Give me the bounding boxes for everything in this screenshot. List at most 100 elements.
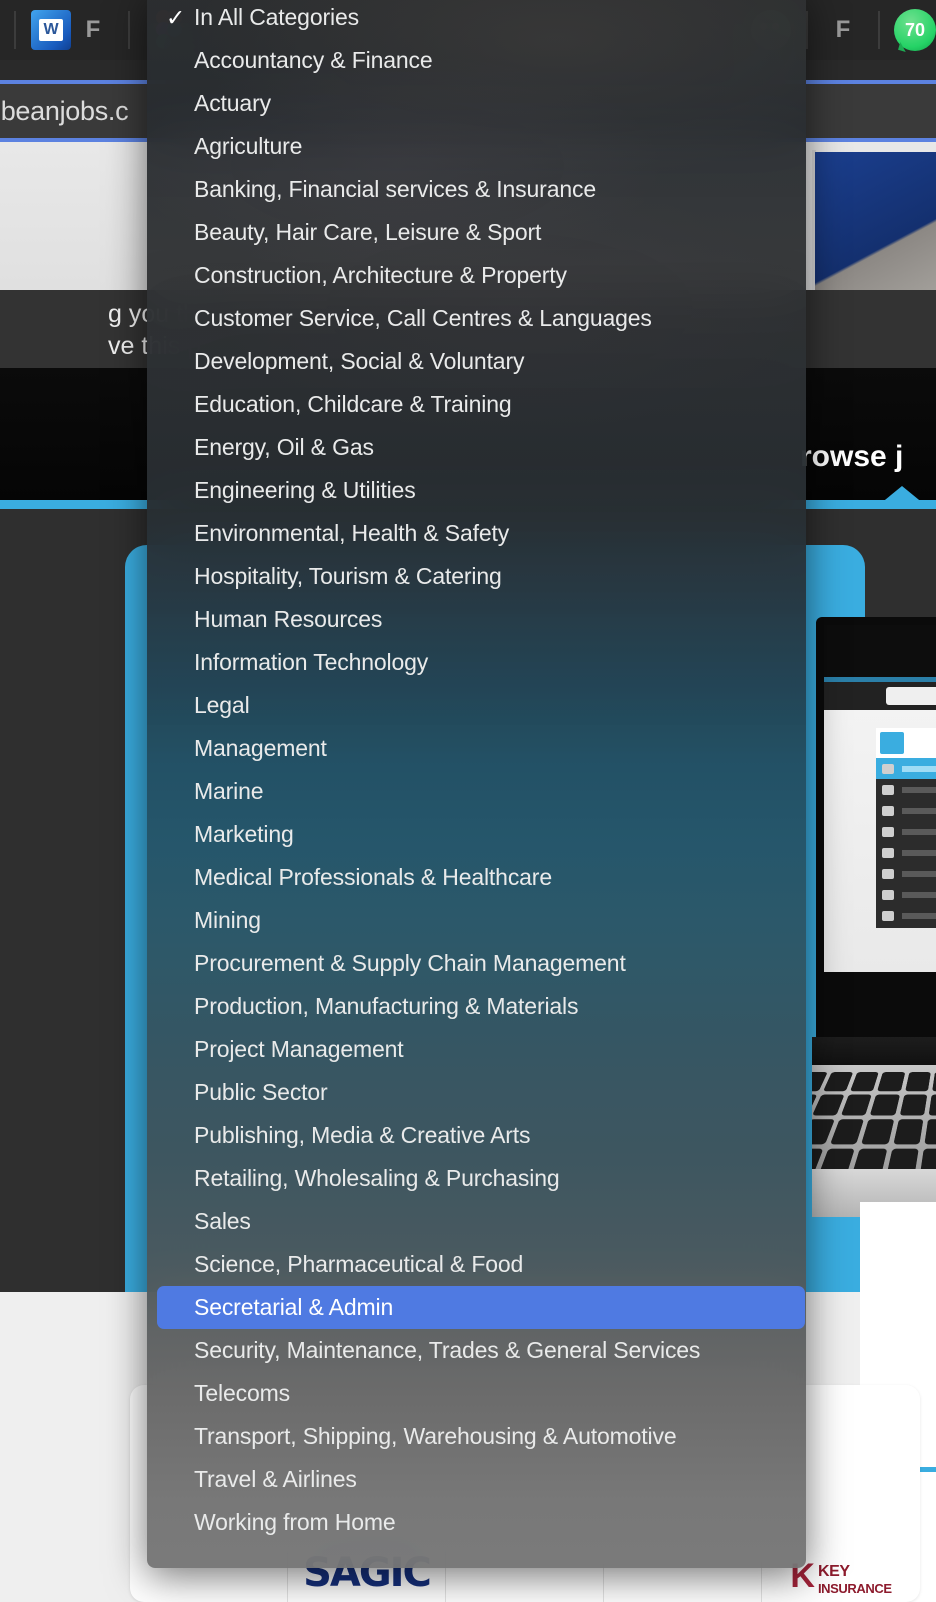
menu-item-development-social-voluntary[interactable]: Development, Social & Voluntary bbox=[147, 340, 806, 383]
menu-item-sales[interactable]: Sales bbox=[147, 1200, 806, 1243]
menu-item-public-sector[interactable]: Public Sector bbox=[147, 1071, 806, 1114]
laptop-lid: CARIBB F I N D bbox=[816, 617, 936, 1037]
menu-item-legal[interactable]: Legal bbox=[147, 684, 806, 727]
list-item bbox=[876, 884, 936, 905]
menu-item-label: Procurement & Supply Chain Management bbox=[194, 950, 626, 976]
menu-item-marketing[interactable]: Marketing bbox=[147, 813, 806, 856]
blue-arrow-marker bbox=[880, 486, 924, 504]
menu-item-information-technology[interactable]: Information Technology bbox=[147, 641, 806, 684]
menu-item-label: Sales bbox=[194, 1208, 251, 1234]
menu-item-secretarial-admin[interactable]: Secretarial & Admin bbox=[157, 1286, 805, 1329]
menu-item-label: Banking, Financial services & Insurance bbox=[194, 176, 596, 202]
list-item bbox=[876, 800, 936, 821]
key-insurance-line-2: INSURANCE bbox=[817, 1581, 892, 1596]
menu-item-label: Transport, Shipping, Warehousing & Autom… bbox=[194, 1423, 677, 1449]
menu-item-label: Marketing bbox=[194, 821, 294, 847]
menu-item-label: Mining bbox=[194, 907, 261, 933]
menu-item-customer-service-call-centres-languages[interactable]: Customer Service, Call Centres & Languag… bbox=[147, 297, 806, 340]
menu-item-marine[interactable]: Marine bbox=[147, 770, 806, 813]
menu-item-label: Beauty, Hair Care, Leisure & Sport bbox=[194, 219, 542, 245]
dock-divider-4 bbox=[878, 11, 880, 49]
list-item bbox=[876, 779, 936, 800]
laptop-side-panel bbox=[876, 728, 936, 928]
dock-divider bbox=[14, 11, 16, 49]
menu-item-working-from-home[interactable]: Working from Home bbox=[147, 1501, 806, 1544]
laptop-mockup: CARIBB F I N D bbox=[812, 569, 936, 1269]
menu-item-hospitality-tourism-catering[interactable]: Hospitality, Tourism & Catering bbox=[147, 555, 806, 598]
list-item bbox=[876, 821, 936, 842]
url-text: bbeanjobs.c bbox=[0, 95, 129, 126]
menu-item-label: Security, Maintenance, Trades & General … bbox=[194, 1337, 701, 1363]
menu-item-label: Public Sector bbox=[194, 1079, 328, 1105]
menu-item-publishing-media-creative-arts[interactable]: Publishing, Media & Creative Arts bbox=[147, 1114, 806, 1157]
menu-item-project-management[interactable]: Project Management bbox=[147, 1028, 806, 1071]
menu-item-human-resources[interactable]: Human Resources bbox=[147, 598, 806, 641]
menu-item-label: Information Technology bbox=[194, 649, 429, 675]
list-item bbox=[876, 905, 936, 926]
key-insurance-line-1: KEY bbox=[817, 1563, 850, 1580]
menu-item-label: Education, Childcare & Training bbox=[194, 391, 512, 417]
menu-item-production-manufacturing-materials[interactable]: Production, Manufacturing & Materials bbox=[147, 985, 806, 1028]
menu-item-label: Energy, Oil & Gas bbox=[194, 434, 374, 460]
menu-item-label: Customer Service, Call Centres & Languag… bbox=[194, 305, 652, 331]
key-insurance-logo: KEY INSURANCE bbox=[818, 1563, 892, 1596]
menu-item-mining[interactable]: Mining bbox=[147, 899, 806, 942]
category-dropdown-menu[interactable]: ✓ In All Categories Accountancy & Finance A… bbox=[147, 0, 806, 1568]
menu-item-label: Science, Pharmaceutical & Food bbox=[194, 1251, 524, 1277]
dock-divider-2 bbox=[128, 11, 130, 49]
menu-item-label: Accountancy & Finance bbox=[194, 47, 433, 73]
menu-item-retailing-wholesaling-purchasing[interactable]: Retailing, Wholesaling & Purchasing bbox=[147, 1157, 806, 1200]
laptop-search-row bbox=[824, 682, 936, 710]
finder-icon-2[interactable]: F bbox=[822, 9, 864, 51]
right-white-gap bbox=[860, 1202, 936, 1297]
laptop-search-box bbox=[886, 687, 936, 705]
menu-item-education-childcare-training[interactable]: Education, Childcare & Training bbox=[147, 383, 806, 426]
menu-item-label: Human Resources bbox=[194, 606, 383, 632]
menu-item-label: Hospitality, Tourism & Catering bbox=[194, 563, 502, 589]
menu-item-procurement-supply-chain-management[interactable]: Procurement & Supply Chain Management bbox=[147, 942, 806, 985]
menu-item-accountancy-finance[interactable]: Accountancy & Finance bbox=[147, 39, 806, 82]
menu-item-banking-financial-services-insurance[interactable]: Banking, Financial services & Insurance bbox=[147, 168, 806, 211]
menu-item-label: In All Categories bbox=[194, 4, 359, 30]
menu-item-environmental-health-safety[interactable]: Environmental, Health & Safety bbox=[147, 512, 806, 555]
finder-icon-2-glyph: F bbox=[835, 16, 851, 43]
menu-item-label: Legal bbox=[194, 692, 250, 718]
finder-icon-glyph: F bbox=[85, 16, 101, 43]
menu-item-label: Project Management bbox=[194, 1036, 404, 1062]
menu-item-label: Working from Home bbox=[194, 1509, 396, 1535]
browse-jobs-cta[interactable]: rowse j bbox=[800, 440, 903, 474]
word-icon[interactable]: W bbox=[30, 9, 72, 51]
list-item bbox=[876, 863, 936, 884]
menu-item-label: Construction, Architecture & Property bbox=[194, 262, 567, 288]
menu-item-science-pharmaceutical-food[interactable]: Science, Pharmaceutical & Food bbox=[147, 1243, 806, 1286]
menu-item-security-maintenance-trades-general-services[interactable]: Security, Maintenance, Trades & General … bbox=[147, 1329, 806, 1372]
menu-item-travel-airlines[interactable]: Travel & Airlines bbox=[147, 1458, 806, 1501]
laptop-brand-bar: CARIBB F I N D bbox=[824, 625, 936, 677]
menu-item-label: Publishing, Media & Creative Arts bbox=[194, 1122, 531, 1148]
menu-item-in-all-categories[interactable]: ✓ In All Categories bbox=[147, 0, 806, 39]
menu-item-label: Medical Professionals & Healthcare bbox=[194, 864, 552, 890]
menu-item-management[interactable]: Management bbox=[147, 727, 806, 770]
laptop-panel-header bbox=[876, 728, 936, 758]
menu-item-construction-architecture-property[interactable]: Construction, Architecture & Property bbox=[147, 254, 806, 297]
finder-icon[interactable]: F bbox=[72, 9, 114, 51]
menu-item-label: Retailing, Wholesaling & Purchasing bbox=[194, 1165, 560, 1191]
whatsapp-badge-count: 70 bbox=[904, 19, 926, 40]
menu-item-label: Secretarial & Admin bbox=[194, 1294, 394, 1320]
list-item bbox=[876, 758, 936, 779]
menu-item-label: Actuary bbox=[194, 90, 271, 116]
menu-item-medical-professionals-healthcare[interactable]: Medical Professionals & Healthcare bbox=[147, 856, 806, 899]
menu-item-transport-shipping-warehousing-automotive[interactable]: Transport, Shipping, Warehousing & Autom… bbox=[147, 1415, 806, 1458]
list-item bbox=[876, 842, 936, 863]
menu-item-label: Travel & Airlines bbox=[194, 1466, 357, 1492]
menu-item-agriculture[interactable]: Agriculture bbox=[147, 125, 806, 168]
whatsapp-icon[interactable]: 70 bbox=[894, 9, 936, 51]
menu-item-telecoms[interactable]: Telecoms bbox=[147, 1372, 806, 1415]
menu-item-engineering-utilities[interactable]: Engineering & Utilities bbox=[147, 469, 806, 512]
menu-item-actuary[interactable]: Actuary bbox=[147, 82, 806, 125]
avatar bbox=[880, 732, 904, 754]
menu-item-energy-oil-gas[interactable]: Energy, Oil & Gas bbox=[147, 426, 806, 469]
dock-divider-3 bbox=[806, 11, 808, 49]
laptop-screen bbox=[824, 710, 936, 972]
menu-item-beauty-hair-care-leisure-sport[interactable]: Beauty, Hair Care, Leisure & Sport bbox=[147, 211, 806, 254]
